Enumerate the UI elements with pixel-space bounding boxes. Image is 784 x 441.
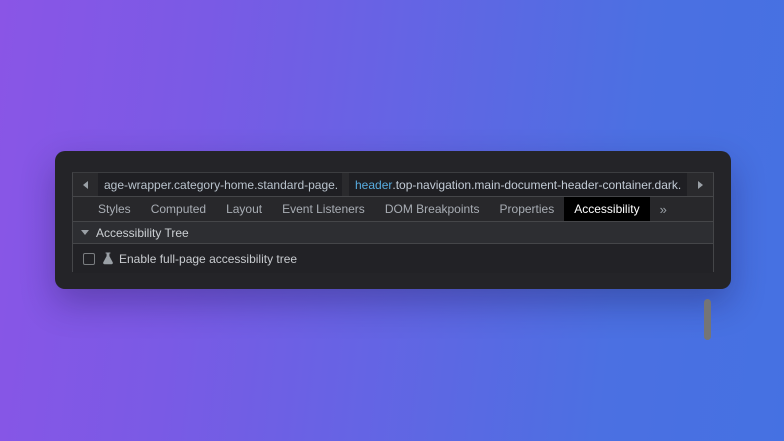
breadcrumb-tag: header <box>355 178 392 192</box>
breadcrumb-item-label: age-wrapper.category-home.standard-page. <box>104 178 338 192</box>
breadcrumb-classes: .top-navigation.main-document-header-con… <box>392 178 681 192</box>
breadcrumb-back-button[interactable] <box>73 173 98 196</box>
scrollbar-thumb[interactable] <box>704 299 711 340</box>
sidebar-tab-bar: Styles Computed Layout Event Listeners D… <box>73 197 713 222</box>
accessibility-tree-section-header[interactable]: Accessibility Tree <box>73 222 713 244</box>
tab-layout[interactable]: Layout <box>216 197 272 221</box>
chevron-right-icon <box>698 181 703 189</box>
breadcrumb-forward-button[interactable] <box>688 173 713 196</box>
more-tabs-button[interactable]: » <box>650 197 677 221</box>
enable-full-page-tree-label[interactable]: Enable full-page accessibility tree <box>119 252 297 266</box>
breadcrumb-item-page-wrapper[interactable]: age-wrapper.category-home.standard-page. <box>98 173 342 196</box>
tab-styles[interactable]: Styles <box>88 197 141 221</box>
triangle-down-icon <box>81 230 89 235</box>
chevron-left-icon <box>83 181 88 189</box>
tab-computed[interactable]: Computed <box>141 197 216 221</box>
enable-full-page-tree-row: Enable full-page accessibility tree <box>73 244 713 273</box>
tab-dom-breakpoints[interactable]: DOM Breakpoints <box>375 197 490 221</box>
tab-event-listeners[interactable]: Event Listeners <box>272 197 375 221</box>
enable-full-page-tree-checkbox[interactable] <box>83 253 95 265</box>
devtools-panel: age-wrapper.category-home.standard-page.… <box>55 151 731 289</box>
flask-icon <box>102 252 114 265</box>
tab-accessibility[interactable]: Accessibility <box>564 197 649 221</box>
tab-properties[interactable]: Properties <box>490 197 565 221</box>
section-title: Accessibility Tree <box>96 226 189 240</box>
accessibility-tree-content: Enable full-page accessibility tree <box>73 244 713 273</box>
breadcrumb: age-wrapper.category-home.standard-page.… <box>73 173 713 197</box>
devtools-sidebar-pane: age-wrapper.category-home.standard-page.… <box>72 172 714 272</box>
breadcrumb-item-header[interactable]: header.top-navigation.main-document-head… <box>349 173 687 196</box>
